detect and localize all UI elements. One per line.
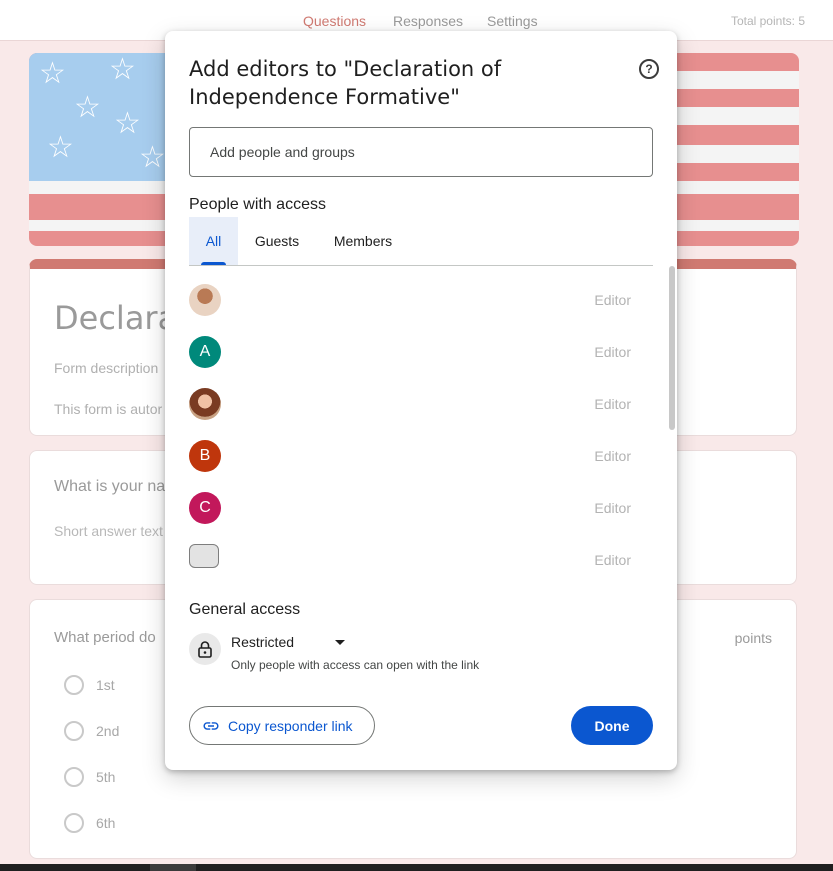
option-1st[interactable]: 1st — [64, 675, 115, 695]
role-label[interactable]: Editor — [594, 396, 631, 412]
general-access-heading: General access — [189, 601, 301, 618]
people-list-scrollbar[interactable] — [669, 266, 675, 430]
option-label: 5th — [96, 769, 116, 785]
lock-icon — [189, 633, 221, 665]
add-people-input[interactable] — [189, 127, 653, 177]
form-description[interactable]: Form description — [54, 360, 158, 376]
general-access-setting: Restricted Only people with access can o… — [189, 631, 653, 675]
radio-icon[interactable] — [64, 813, 84, 833]
form-auto-text: This form is autor — [54, 401, 163, 417]
radio-icon[interactable] — [64, 721, 84, 741]
tab-questions[interactable]: Questions — [303, 13, 366, 29]
option-label: 1st — [96, 677, 115, 693]
list-item[interactable]: Editor — [189, 388, 653, 440]
dialog-title: Add editors to "Declaration of Independe… — [189, 57, 502, 109]
tab-all[interactable]: All — [189, 217, 238, 265]
avatar: A — [189, 336, 221, 368]
option-5th[interactable]: 5th — [64, 767, 115, 787]
access-description: Only people with access can open with th… — [231, 658, 480, 672]
tab-settings[interactable]: Settings — [487, 13, 538, 29]
link-icon — [203, 721, 219, 730]
people-with-access-heading: People with access — [189, 196, 326, 213]
avatar: B — [189, 440, 221, 472]
radio-icon[interactable] — [64, 675, 84, 695]
role-label[interactable]: Editor — [594, 292, 631, 308]
list-item[interactable]: Editor — [189, 284, 653, 336]
total-points: Total points: 5 — [730, 14, 805, 28]
list-item[interactable]: A Editor — [189, 336, 653, 388]
role-label[interactable]: Editor — [594, 500, 631, 516]
question-label: What is your nar — [54, 478, 171, 495]
role-label[interactable]: Editor — [594, 344, 631, 360]
question-label: What period do — [54, 629, 156, 646]
done-button[interactable]: Done — [571, 706, 653, 745]
tab-guests[interactable]: Guests — [241, 217, 313, 265]
taskbar — [0, 864, 833, 871]
chevron-down-icon[interactable] — [335, 640, 345, 645]
list-item[interactable]: B Editor — [189, 440, 653, 492]
tab-responses[interactable]: Responses — [393, 13, 463, 29]
option-label: 2nd — [96, 723, 120, 739]
role-label[interactable]: Editor — [594, 552, 631, 568]
list-item[interactable]: C Editor — [189, 492, 653, 544]
tab-members[interactable]: Members — [319, 217, 407, 265]
access-level-dropdown[interactable]: Restricted — [231, 634, 294, 650]
role-label[interactable]: Editor — [594, 448, 631, 464]
avatar — [189, 388, 221, 420]
question-points: points — [734, 630, 772, 646]
avatar — [189, 284, 221, 316]
option-6th[interactable]: 6th — [64, 813, 115, 833]
share-dialog: Add editors to "Declaration of Independe… — [165, 31, 677, 770]
radio-icon[interactable] — [64, 767, 84, 787]
access-tabs: All Guests Members — [189, 217, 653, 266]
people-list: Editor A Editor Editor B Editor C Editor… — [189, 273, 653, 573]
flag-canton: ☆ ☆ ☆ ☆ ☆ ☆ — [29, 53, 179, 181]
list-item[interactable]: Editor — [189, 544, 653, 573]
help-circle-icon[interactable]: ? — [639, 59, 659, 79]
option-label: 6th — [96, 815, 116, 831]
option-2nd[interactable]: 2nd — [64, 721, 119, 741]
avatar: C — [189, 492, 221, 524]
copy-link-label: Copy responder link — [228, 717, 353, 734]
short-answer-placeholder: Short answer text — [54, 523, 163, 539]
copy-responder-link-button[interactable]: Copy responder link — [189, 706, 375, 745]
avatar — [189, 544, 219, 568]
